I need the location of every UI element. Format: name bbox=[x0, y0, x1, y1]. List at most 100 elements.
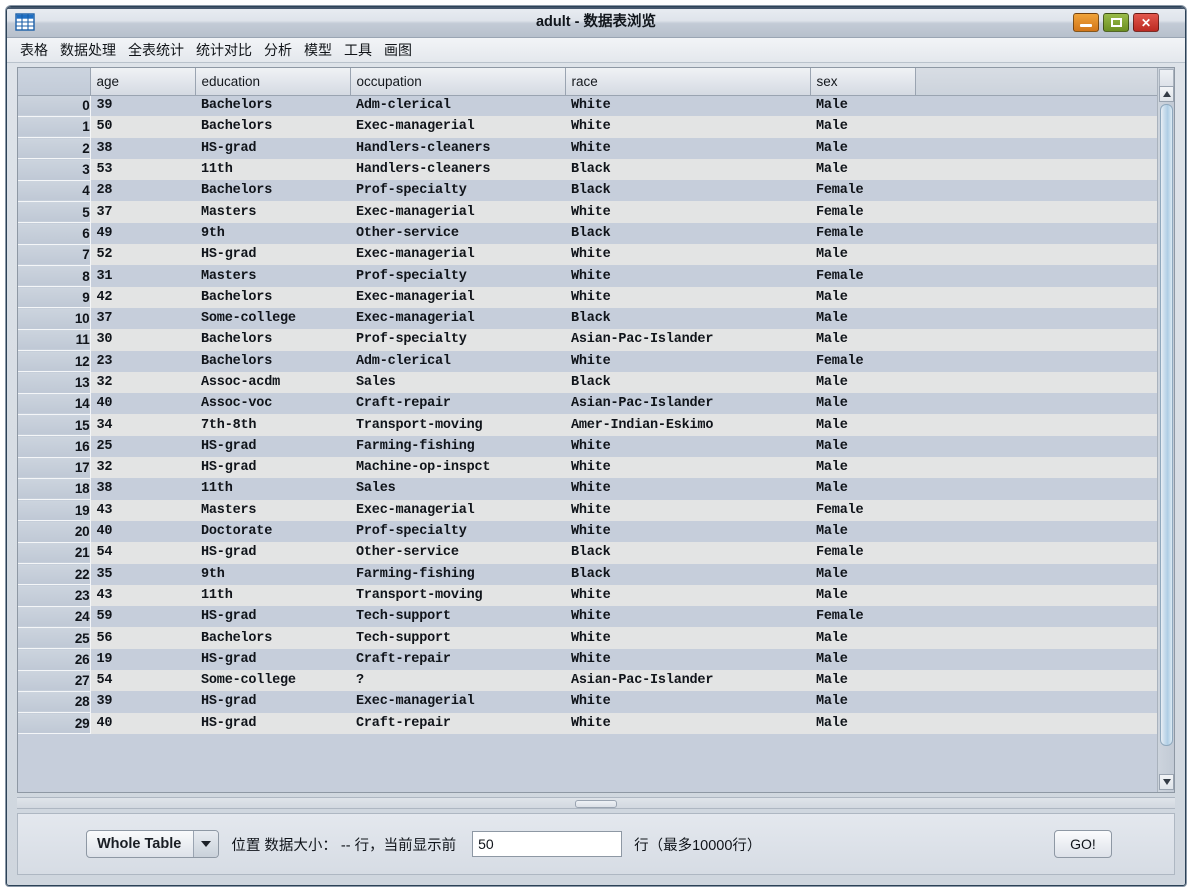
cell-age[interactable]: 54 bbox=[90, 670, 195, 692]
cell-race[interactable]: Black bbox=[565, 158, 810, 181]
row-index-cell[interactable]: 12 bbox=[18, 350, 91, 373]
table-row[interactable]: 26 19 HS-grad Craft-repair White Male bbox=[18, 648, 1157, 671]
row-index-cell[interactable]: 28 bbox=[18, 690, 91, 714]
menu-item-data-process[interactable]: 数据处理 bbox=[55, 38, 121, 62]
cell-sex[interactable]: Male bbox=[810, 307, 915, 330]
cell-sex[interactable]: Male bbox=[810, 584, 915, 607]
cell-sex[interactable]: Male bbox=[810, 627, 915, 649]
menu-item-analysis[interactable]: 分析 bbox=[259, 38, 297, 62]
cell-education[interactable]: HS-grad bbox=[195, 435, 350, 458]
scrollbar-thumb[interactable] bbox=[1160, 104, 1173, 746]
table-row[interactable]: 8 31 Masters Prof-specialty White Female bbox=[18, 264, 1157, 288]
cell-age[interactable]: 32 bbox=[90, 457, 195, 479]
row-index-cell[interactable]: 1 bbox=[18, 115, 91, 139]
cell-sex[interactable]: Male bbox=[810, 478, 915, 500]
cell-occupation[interactable]: Handlers-cleaners bbox=[350, 137, 565, 159]
cell-race[interactable]: White bbox=[565, 691, 810, 713]
cell-sex[interactable]: Male bbox=[810, 414, 915, 436]
cell-occupation[interactable]: Exec-managerial bbox=[350, 244, 565, 266]
cell-education[interactable]: Masters bbox=[195, 201, 350, 223]
table-row[interactable]: 10 37 Some-college Exec-managerial Black Male bbox=[18, 307, 1157, 330]
row-index-cell[interactable]: 21 bbox=[18, 541, 91, 565]
cell-occupation[interactable]: Adm-clerical bbox=[350, 350, 565, 372]
scrollbar-track-top[interactable] bbox=[1159, 69, 1174, 86]
cell-age[interactable]: 50 bbox=[90, 116, 195, 138]
row-index-cell[interactable]: 29 bbox=[18, 712, 91, 735]
cell-sex[interactable]: Male bbox=[810, 393, 915, 415]
cell-race[interactable]: White bbox=[565, 520, 810, 543]
cell-race[interactable]: Black bbox=[565, 371, 810, 394]
cell-education[interactable]: HS-grad bbox=[195, 606, 350, 628]
cell-age[interactable]: 32 bbox=[90, 371, 195, 394]
cell-race[interactable]: Black bbox=[565, 180, 810, 202]
cell-age[interactable]: 40 bbox=[90, 520, 195, 543]
cell-sex[interactable]: Male bbox=[810, 691, 915, 713]
table-row[interactable]: 7 52 HS-grad Exec-managerial White Male bbox=[18, 243, 1157, 266]
cell-education[interactable]: HS-grad bbox=[195, 648, 350, 671]
table-row[interactable]: 5 37 Masters Exec-managerial White Female bbox=[18, 200, 1157, 224]
cell-age[interactable]: 19 bbox=[90, 648, 195, 671]
cell-education[interactable]: Some-college bbox=[195, 670, 350, 692]
row-index-cell[interactable]: 14 bbox=[18, 392, 91, 415]
row-index-cell[interactable]: 0 bbox=[18, 94, 91, 117]
row-index-cell[interactable]: 5 bbox=[18, 200, 91, 224]
cell-occupation[interactable]: Exec-managerial bbox=[350, 691, 565, 713]
cell-occupation[interactable]: Tech-support bbox=[350, 627, 565, 649]
cell-age[interactable]: 35 bbox=[90, 563, 195, 585]
splitter-handle[interactable] bbox=[575, 800, 617, 808]
table-row[interactable]: 4 28 Bachelors Prof-specialty Black Female bbox=[18, 179, 1157, 202]
row-index-cell[interactable]: 3 bbox=[18, 158, 91, 181]
cell-sex[interactable]: Female bbox=[810, 542, 915, 564]
cell-race[interactable]: Black bbox=[565, 542, 810, 564]
cell-race[interactable]: White bbox=[565, 244, 810, 266]
cell-occupation[interactable]: Handlers-cleaners bbox=[350, 158, 565, 181]
cell-age[interactable]: 37 bbox=[90, 307, 195, 330]
cell-occupation[interactable]: Other-service bbox=[350, 222, 565, 245]
cell-sex[interactable]: Male bbox=[810, 329, 915, 351]
cell-age[interactable]: 23 bbox=[90, 350, 195, 372]
cell-occupation[interactable]: Exec-managerial bbox=[350, 307, 565, 330]
cell-race[interactable]: Amer-Indian-Eskimo bbox=[565, 414, 810, 436]
row-index-cell[interactable]: 9 bbox=[18, 286, 91, 309]
cell-education[interactable]: Bachelors bbox=[195, 329, 350, 351]
cell-race[interactable]: White bbox=[565, 499, 810, 521]
row-index-cell[interactable]: 23 bbox=[18, 584, 91, 607]
cell-occupation[interactable]: ? bbox=[350, 670, 565, 692]
cell-education[interactable]: 9th bbox=[195, 222, 350, 245]
cell-education[interactable]: Bachelors bbox=[195, 350, 350, 372]
table-row[interactable]: 24 59 HS-grad Tech-support White Female bbox=[18, 605, 1157, 628]
table-row[interactable]: 11 30 Bachelors Prof-specialty Asian-Pac-Isl… bbox=[18, 328, 1157, 352]
row-index-cell[interactable]: 18 bbox=[18, 477, 91, 501]
row-index-cell[interactable]: 4 bbox=[18, 179, 91, 202]
row-index-cell[interactable]: 17 bbox=[18, 456, 91, 479]
panel-splitter[interactable] bbox=[17, 797, 1175, 809]
cell-education[interactable]: 9th bbox=[195, 563, 350, 585]
cell-age[interactable]: 53 bbox=[90, 158, 195, 181]
cell-sex[interactable]: Male bbox=[810, 648, 915, 671]
cell-occupation[interactable]: Farming-fishing bbox=[350, 435, 565, 458]
column-header-occupation[interactable]: occupation bbox=[350, 68, 566, 96]
table-row[interactable]: 22 35 9th Farming-fishing Black Male bbox=[18, 563, 1157, 586]
cell-age[interactable]: 38 bbox=[90, 478, 195, 500]
cell-race[interactable]: White bbox=[565, 435, 810, 458]
minimize-button[interactable] bbox=[1073, 13, 1099, 32]
menu-item-model[interactable]: 模型 bbox=[299, 38, 337, 62]
cell-sex[interactable]: Female bbox=[810, 606, 915, 628]
cell-occupation[interactable]: Prof-specialty bbox=[350, 180, 565, 202]
table-row[interactable]: 1 50 Bachelors Exec-managerial White Male bbox=[18, 115, 1157, 139]
cell-race[interactable]: White bbox=[565, 116, 810, 138]
row-index-cell[interactable]: 19 bbox=[18, 499, 91, 522]
table-row[interactable]: 9 42 Bachelors Exec-managerial White Male bbox=[18, 286, 1157, 309]
maximize-button[interactable] bbox=[1103, 13, 1129, 32]
cell-age[interactable]: 49 bbox=[90, 222, 195, 245]
row-index-cell[interactable]: 6 bbox=[18, 222, 91, 245]
row-index-cell[interactable]: 16 bbox=[18, 435, 91, 458]
cell-occupation[interactable]: Exec-managerial bbox=[350, 201, 565, 223]
cell-race[interactable]: Black bbox=[565, 307, 810, 330]
table-row[interactable]: 3 53 11th Handlers-cleaners Black Male bbox=[18, 158, 1157, 181]
cell-race[interactable]: White bbox=[565, 201, 810, 223]
cell-education[interactable]: Masters bbox=[195, 265, 350, 287]
cell-sex[interactable]: Male bbox=[810, 158, 915, 181]
scroll-down-button[interactable] bbox=[1159, 774, 1174, 790]
go-button[interactable]: GO! bbox=[1054, 830, 1112, 858]
